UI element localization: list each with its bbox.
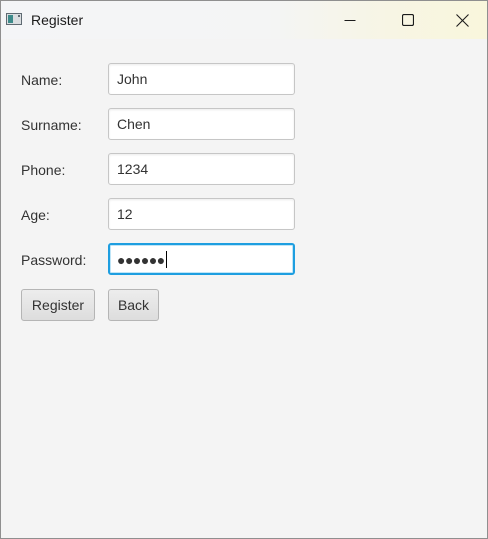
register-button[interactable]: Register <box>21 289 95 321</box>
name-label: Name: <box>21 72 63 88</box>
name-field[interactable] <box>108 63 295 95</box>
password-masked-value: ●●●●●● <box>117 252 165 268</box>
close-icon <box>455 13 469 27</box>
title-bar[interactable]: Register <box>1 1 487 39</box>
surname-field[interactable] <box>108 108 295 140</box>
app-icon <box>6 13 22 25</box>
minimize-button[interactable] <box>321 1 379 39</box>
window-title: Register <box>31 12 84 28</box>
password-dots: ●●●●●● <box>117 251 167 268</box>
password-label: Password: <box>21 252 87 268</box>
maximize-button[interactable] <box>379 1 437 39</box>
close-button[interactable] <box>437 1 487 39</box>
maximize-icon <box>402 14 414 26</box>
phone-label: Phone: <box>21 162 66 178</box>
age-field[interactable] <box>108 198 295 230</box>
minimize-icon <box>344 20 356 21</box>
phone-field[interactable] <box>108 153 295 185</box>
register-window: Register Name: Surname: Phone: Age: Pass… <box>0 0 488 539</box>
password-field[interactable]: ●●●●●● <box>108 243 295 275</box>
surname-label: Surname: <box>21 117 82 133</box>
text-caret <box>165 251 167 268</box>
back-button[interactable]: Back <box>108 289 159 321</box>
age-label: Age: <box>21 207 50 223</box>
